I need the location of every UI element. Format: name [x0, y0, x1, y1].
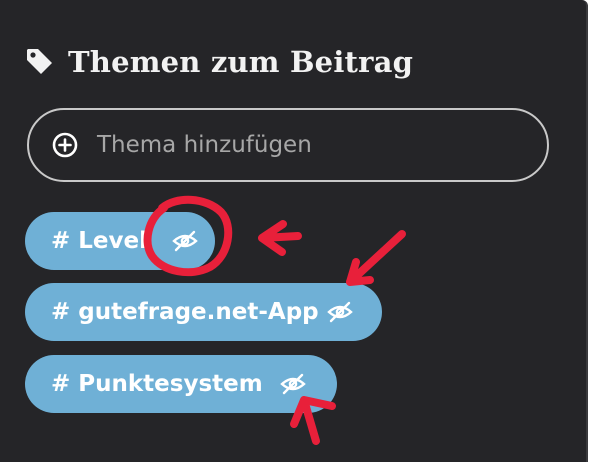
topic-chip-gutefrage-app[interactable]: # gutefrage.net-App: [25, 283, 382, 341]
add-topic-field[interactable]: Thema hinzufügen: [27, 108, 549, 182]
topic-chip-level[interactable]: # Level: [25, 212, 215, 270]
topic-chip-punktesystem[interactable]: # Punktesystem: [25, 355, 337, 413]
tag-icon: [24, 46, 56, 78]
topic-chip-label: # gutefrage.net-App: [51, 299, 319, 325]
topic-chip-label: # Level: [51, 228, 148, 254]
topic-chip-label: # Punktesystem: [51, 371, 263, 397]
panel-title: Themen zum Beitrag: [68, 45, 414, 79]
add-topic-placeholder: Thema hinzufügen: [97, 132, 312, 158]
plus-circle-icon[interactable]: [51, 131, 79, 159]
eye-off-icon[interactable]: [168, 224, 202, 258]
topics-panel: Themen zum Beitrag Thema hinzufügen # Le…: [0, 0, 588, 462]
panel-header: Themen zum Beitrag: [24, 40, 413, 84]
eye-off-icon[interactable]: [323, 295, 357, 329]
eye-off-icon[interactable]: [276, 367, 310, 401]
